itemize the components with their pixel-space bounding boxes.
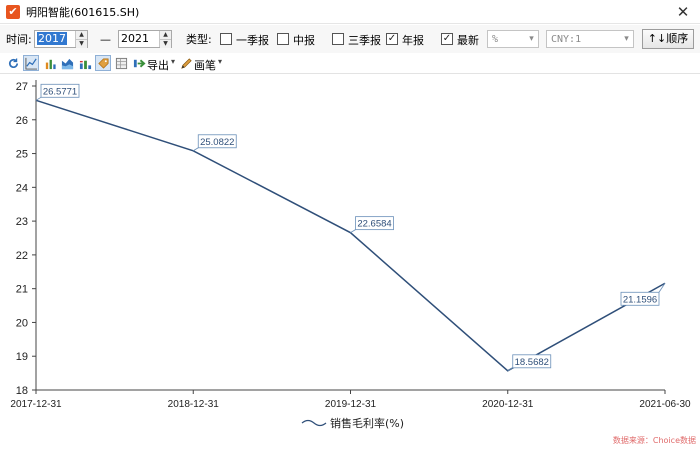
export-dropdown-icon[interactable]: ▾ <box>171 57 175 66</box>
data-label: 22.6584 <box>357 219 391 230</box>
time-label: 时间: <box>6 33 32 46</box>
refresh-icon[interactable] <box>5 55 21 71</box>
y-tick-label: 19 <box>16 351 28 363</box>
line-chart: 18 19 20 21 22 23 24 25 26 27 2017-12-31 2018-12-31… <box>10 80 691 430</box>
spin-down-icon[interactable]: ▼ <box>76 40 87 48</box>
q3-label: 三季报 <box>348 34 381 47</box>
annual-checkbox[interactable]: ✓ <box>386 33 398 45</box>
y-tick-label: 25 <box>16 149 28 161</box>
y-tick-label: 26 <box>16 115 28 127</box>
y-tick-label: 18 <box>16 385 28 397</box>
y-tick-label: 20 <box>16 317 28 329</box>
time-label-wrap: 时间: <box>6 25 32 53</box>
filter-toolbar: 时间: 2017 ▲ ▼ — 2021 ▲ ▼ 类型: 一季报 中报 三季报 ✓ 年… <box>0 25 700 53</box>
data-label: 18.5682 <box>515 357 549 368</box>
spin-up-icon[interactable]: ▲ <box>160 31 171 40</box>
data-label: 26.5771 <box>43 86 77 97</box>
data-label-leader <box>507 367 513 372</box>
export-label[interactable]: 导出 <box>147 57 169 73</box>
title-bar: ✔ 明阳智能(601615.SH) ✕ <box>0 0 700 24</box>
data-source-watermark: 数据来源：Choice数据 <box>612 436 696 445</box>
type-label: 类型: <box>186 33 212 46</box>
y-tick-label: 24 <box>16 182 28 194</box>
legend-line-swatch <box>301 419 327 427</box>
x-tick-label: 2019-12-31 <box>325 399 377 410</box>
window-title: 明阳智能(601615.SH) <box>26 5 140 19</box>
range-dash: — <box>100 32 111 46</box>
x-tick-label: 2018-12-31 <box>168 399 220 410</box>
range-dash-wrap: — <box>100 25 111 53</box>
q1-label: 一季报 <box>236 34 269 47</box>
app-check-icon: ✔ <box>6 4 20 19</box>
currency-select[interactable]: CNY:1 ▾ <box>546 30 634 48</box>
sort-order-button[interactable]: ↑↓顺序 <box>642 29 694 49</box>
currency-select-value: CNY:1 <box>551 33 582 45</box>
spin-down-icon[interactable]: ▼ <box>160 40 171 48</box>
y-tick-label: 21 <box>16 284 28 296</box>
start-year-spinner[interactable]: 2017 ▲ ▼ <box>34 30 88 48</box>
bar-chart-icon[interactable] <box>42 55 58 71</box>
latest-label: 最新 <box>457 34 479 47</box>
brush-label[interactable]: 画笔 <box>194 57 216 73</box>
label-tag-icon[interactable] <box>95 55 111 71</box>
data-label-leader <box>193 147 199 152</box>
data-label: 21.1596 <box>623 294 657 305</box>
chevron-down-icon[interactable]: ▾ <box>620 34 633 44</box>
brush-pencil-icon[interactable] <box>178 55 194 71</box>
end-year-value[interactable]: 2021 <box>119 31 159 47</box>
legend-label: 销售毛利率(%) <box>330 416 404 430</box>
export-arrow-icon[interactable] <box>131 55 147 71</box>
unit-select[interactable]: % ▾ <box>487 30 539 48</box>
data-label-leader <box>35 96 42 101</box>
x-tick-label: 2021-06-30 <box>639 399 691 410</box>
y-tick-label: 23 <box>16 216 28 228</box>
y-tick-label: 27 <box>16 81 28 93</box>
area-chart-icon[interactable] <box>59 55 75 71</box>
data-label-leader <box>350 229 356 233</box>
start-year-value[interactable]: 2017 <box>35 31 75 47</box>
unit-select-value: % <box>492 33 499 45</box>
q1-checkbox[interactable] <box>220 33 232 45</box>
chevron-down-icon[interactable]: ▾ <box>525 34 538 44</box>
start-year-arrows[interactable]: ▲ ▼ <box>75 31 87 48</box>
mid-checkbox[interactable] <box>277 33 289 45</box>
chart-toolbar: 导出 ▾ 画笔 ▾ <box>0 53 700 74</box>
table-grid-icon[interactable] <box>113 55 129 71</box>
brush-dropdown-icon[interactable]: ▾ <box>218 57 222 66</box>
type-label-wrap: 类型: <box>186 25 212 53</box>
x-tick-label: 2020-12-31 <box>482 399 534 410</box>
q3-checkbox[interactable] <box>332 33 344 45</box>
close-button[interactable]: ✕ <box>674 3 692 21</box>
spin-up-icon[interactable]: ▲ <box>76 31 87 40</box>
data-label: 25.0822 <box>200 137 234 148</box>
end-year-spinner[interactable]: 2021 ▲ ▼ <box>118 30 172 48</box>
end-year-arrows[interactable]: ▲ ▼ <box>159 31 171 48</box>
stacked-bar-icon[interactable] <box>77 55 93 71</box>
chart-area: 18 19 20 21 22 23 24 25 26 27 2017-12-31 2018-12-31… <box>0 74 700 449</box>
latest-checkbox[interactable]: ✓ <box>441 33 453 45</box>
annual-label: 年报 <box>402 34 424 47</box>
x-tick-label: 2017-12-31 <box>10 399 62 410</box>
y-tick-label: 22 <box>16 250 28 262</box>
line-chart-icon[interactable] <box>23 55 39 71</box>
mid-label: 中报 <box>293 34 315 47</box>
series-line <box>35 99 666 372</box>
